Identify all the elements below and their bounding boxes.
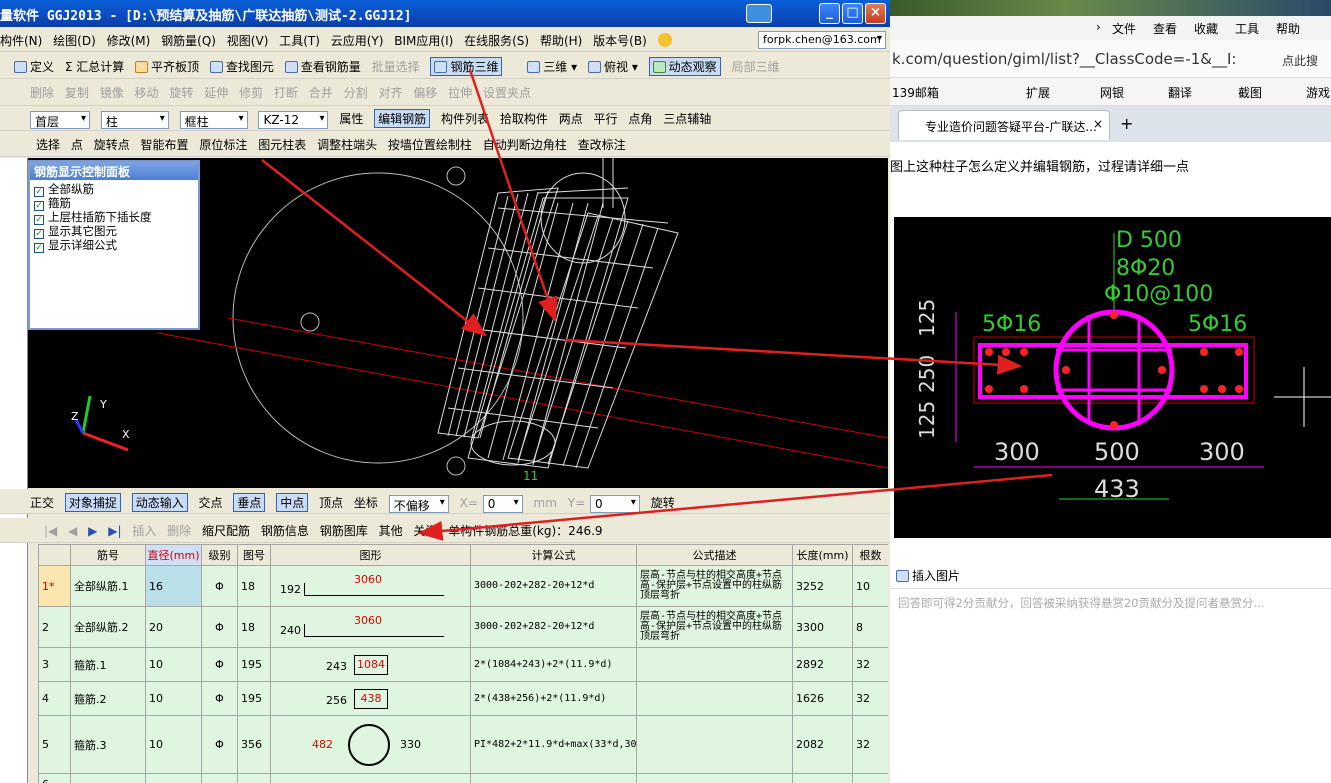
annotation-arrows bbox=[261, 69, 1053, 541]
